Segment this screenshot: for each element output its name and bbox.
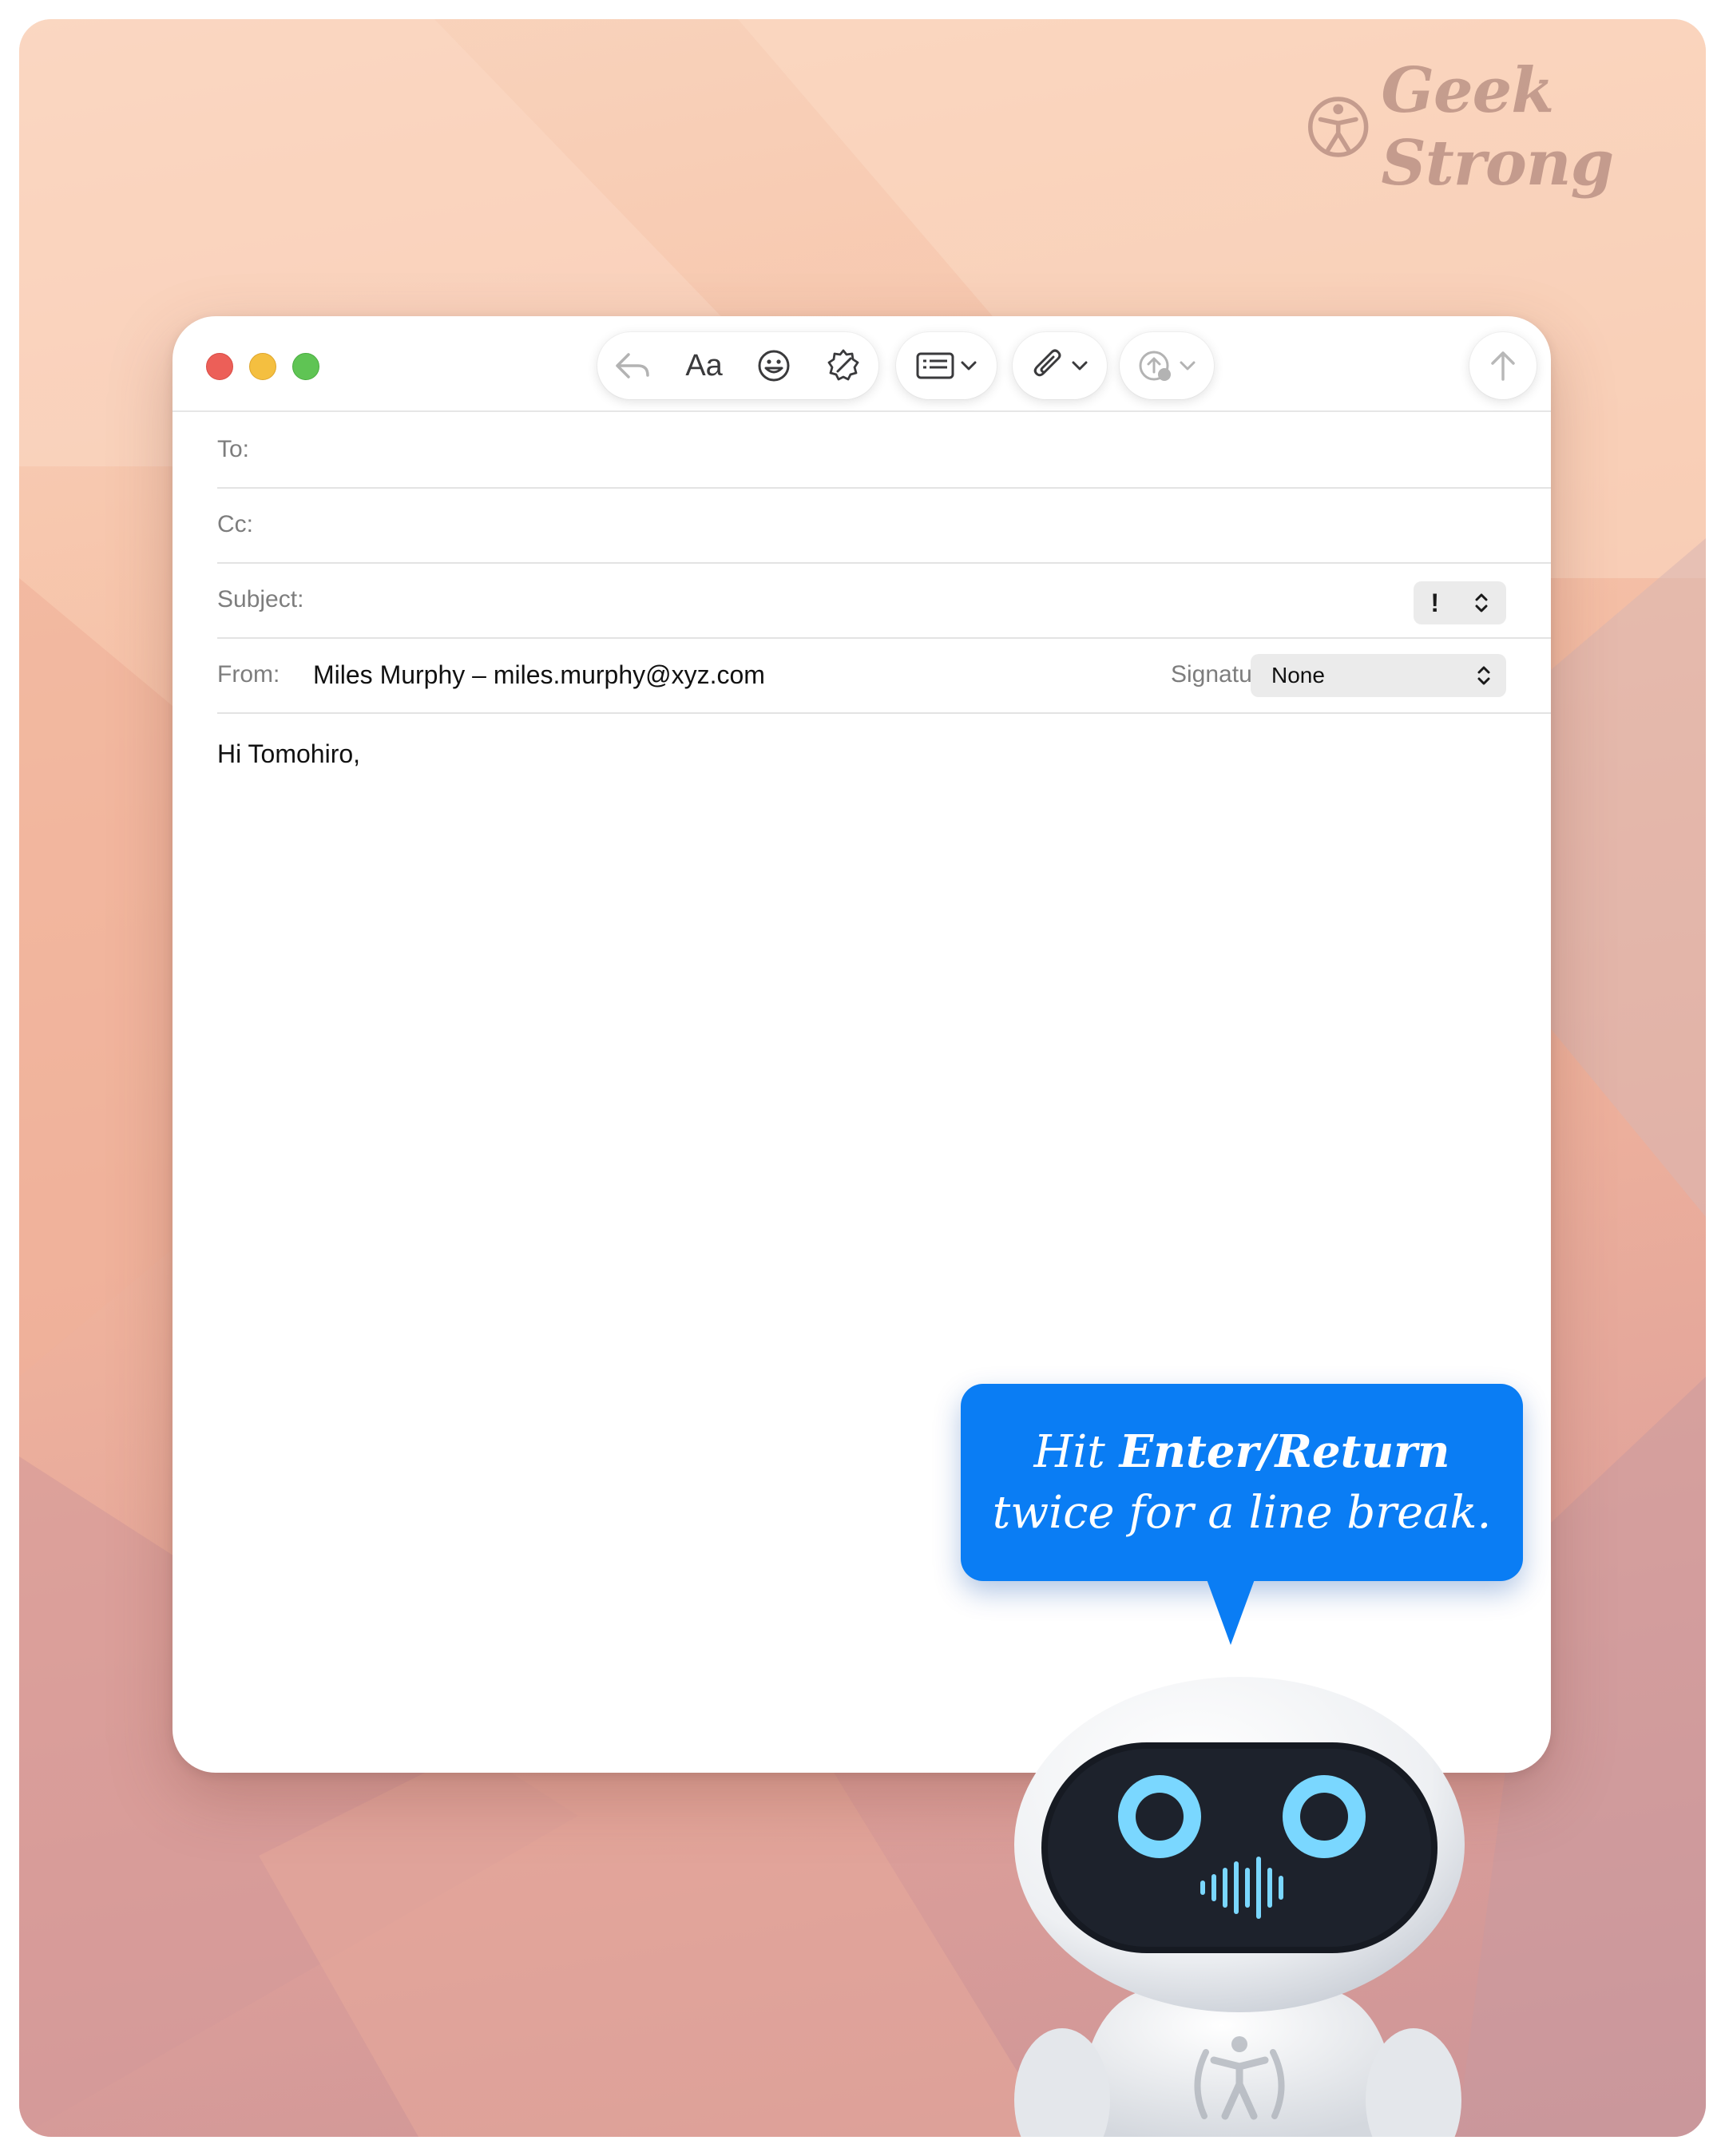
up-down-chevron-icon (1475, 593, 1488, 612)
send-icon (1491, 351, 1515, 381)
tip-line-1: Hit Enter/Return (1034, 1421, 1450, 1483)
to-label: To: (217, 436, 250, 462)
zoom-window-button[interactable] (292, 353, 319, 380)
reply-icon[interactable] (614, 350, 651, 382)
from-account-select[interactable]: Miles Murphy – miles.murphy@xyz.com (313, 660, 765, 690)
message-body[interactable]: Hi Tomohiro, (217, 739, 360, 769)
tip-bubble-tail (1207, 1579, 1255, 1645)
minimize-window-button[interactable] (249, 353, 276, 380)
writing-tools-icon[interactable] (825, 347, 862, 384)
photo-browser-icon (1137, 347, 1196, 384)
send-button[interactable] (1469, 332, 1537, 399)
font-label: Aa (685, 348, 723, 382)
up-down-chevron-icon (1477, 666, 1490, 685)
chevron-down-icon (1180, 361, 1196, 371)
cc-field[interactable]: Cc: (217, 487, 1551, 564)
chevron-down-icon (1072, 361, 1088, 371)
tip-bubble: Hit Enter/Return twice for a line break. (961, 1384, 1523, 1581)
tip-prefix: Hit (1033, 1426, 1120, 1478)
priority-select[interactable]: ! (1414, 581, 1506, 624)
attachment-icon (1031, 347, 1089, 384)
header-fields-icon (915, 351, 978, 381)
brand-name: Geek Strong (1381, 54, 1614, 200)
chevron-down-icon (961, 361, 977, 371)
brand-logo: Geek Strong (1307, 54, 1706, 200)
format-button[interactable]: Aa (685, 349, 722, 383)
from-label: From: (217, 661, 280, 688)
header-fields-button[interactable] (896, 332, 997, 399)
emoji-icon[interactable] (757, 349, 791, 382)
cc-label: Cc: (217, 511, 253, 537)
subject-label: Subject: (217, 586, 304, 612)
signature-value: None (1271, 663, 1325, 688)
person-logo-icon (1307, 97, 1369, 157)
to-field[interactable]: To: (217, 412, 1551, 489)
signature-select[interactable]: None (1251, 654, 1506, 697)
tip-key-name: Enter/Return (1119, 1425, 1450, 1478)
close-window-button[interactable] (206, 353, 233, 380)
attachment-button[interactable] (1013, 332, 1107, 399)
tip-line-2: twice for a line break. (992, 1487, 1492, 1539)
toolbar-group-main: Aa (597, 332, 878, 399)
subject-field[interactable]: Subject: ! (217, 562, 1551, 639)
photo-browser-button[interactable] (1120, 332, 1214, 399)
priority-value: ! (1430, 588, 1439, 617)
robot-mascot (1014, 1677, 1465, 2137)
from-field: From: Miles Murphy – miles.murphy@xyz.co… (217, 637, 1551, 714)
